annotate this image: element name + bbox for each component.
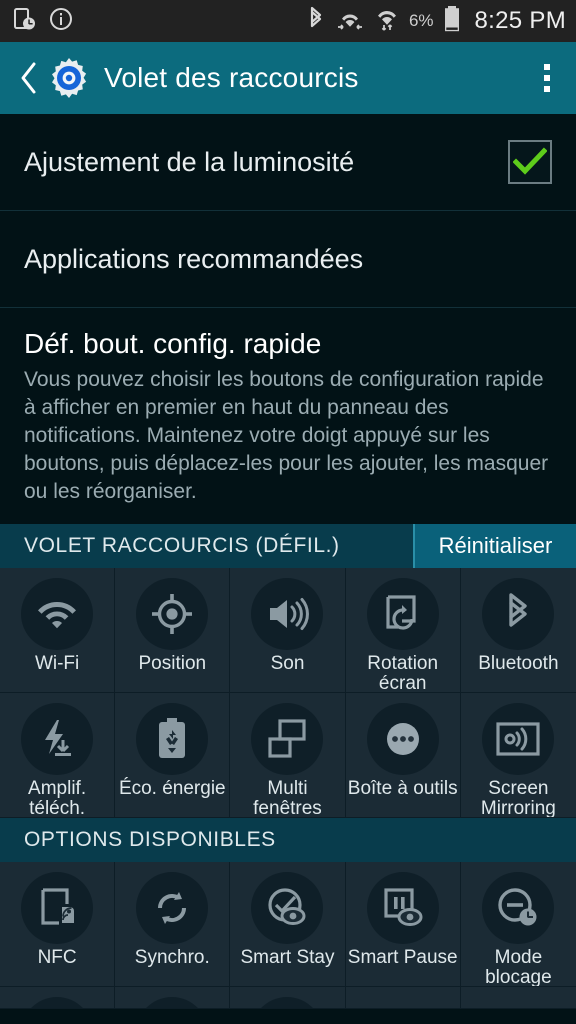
status-bar-left-icons: [14, 7, 73, 36]
tile-sync[interactable]: Synchro.: [115, 861, 231, 987]
battery-icon: [443, 5, 461, 38]
tile-position[interactable]: Position: [115, 567, 231, 693]
location-crosshair-icon: [136, 577, 209, 650]
tile-partial[interactable]: [230, 986, 346, 1009]
wifi-icon: [21, 577, 94, 650]
battery-percent-label: 6%: [408, 11, 434, 30]
available-tiles-grid: NFC Synchro. Smart Stay Smart Pause Mode…: [0, 861, 576, 987]
section-title: OPTIONS DISPONIBLES: [0, 817, 576, 862]
action-bar: Volet des raccourcis: [0, 42, 576, 114]
description-body: Vous pouvez choisir les boutons de confi…: [24, 368, 549, 503]
available-tiles-grid-partial: [0, 986, 576, 1009]
section-header-active-tiles: VOLET RACCOURCIS (DÉFIL.) Réinitialiser: [0, 523, 576, 568]
app-screen: 6% 8:25 PM Volet des raccourcis Ajusteme…: [0, 0, 576, 1024]
setting-row-recommended-apps[interactable]: Applications recommandées: [0, 211, 576, 308]
tile-label: Boîte à outils: [347, 777, 458, 799]
tile-partial[interactable]: [115, 986, 231, 1009]
section-title: VOLET RACCOURCIS (DÉFIL.): [0, 523, 413, 568]
tile-power-saving[interactable]: Éco. énergie: [115, 692, 231, 818]
brightness-adjustment-checkbox[interactable]: [508, 140, 552, 184]
tile-download-booster[interactable]: Amplif. téléch.: [0, 692, 116, 818]
blocking-mode-icon: [482, 871, 555, 944]
tile-multi-window[interactable]: Multi fenêtres: [230, 692, 346, 818]
wifi-transfer-icon: [335, 6, 365, 37]
status-bar-right-icons: 6% 8:25 PM: [306, 5, 566, 38]
tile-label: Multi fenêtres: [253, 777, 322, 818]
tile-partial[interactable]: [0, 986, 116, 1009]
status-bar-clock: 8:25 PM: [474, 7, 566, 34]
settings-gear-icon: [46, 55, 92, 101]
toolbox-dots-icon: [366, 702, 439, 775]
tile-label: Mode blocage: [485, 946, 552, 987]
tile-label: Rotation écran: [367, 652, 439, 693]
tile-wifi[interactable]: Wi-Fi: [0, 567, 116, 693]
tile-icon: [136, 996, 209, 1008]
tile-smart-stay[interactable]: Smart Stay: [230, 861, 346, 987]
multi-window-icon: [251, 702, 324, 775]
screen-rotation-icon: [366, 577, 439, 650]
tile-bluetooth[interactable]: Bluetooth: [460, 567, 576, 693]
signal-updown-icon: [374, 6, 400, 37]
tile-screen-rotation[interactable]: Rotation écran: [345, 567, 461, 693]
tile-label: Amplif. téléch.: [28, 777, 87, 818]
tile-label: Son: [270, 652, 305, 674]
tile-label: NFC: [37, 946, 77, 968]
tile-icon: [251, 996, 324, 1008]
device-clock-icon: [14, 7, 36, 36]
smart-pause-icon: [366, 871, 439, 944]
tile-label: Synchro.: [134, 946, 210, 968]
setting-row-label: Applications recommandées: [24, 243, 364, 274]
active-tiles-grid: Wi-Fi Position Son Rotation écran Blueto…: [0, 567, 576, 818]
checkmark-icon: [513, 147, 547, 175]
tile-smart-pause[interactable]: Smart Pause: [345, 861, 461, 987]
tile-label: Wi-Fi: [34, 652, 80, 674]
nfc-icon: [21, 871, 94, 944]
tile-blocking-mode[interactable]: Mode blocage: [460, 861, 576, 987]
smart-stay-icon: [251, 871, 324, 944]
sound-speaker-icon: [251, 577, 324, 650]
back-chevron-icon[interactable]: [14, 58, 44, 98]
bluetooth-icon: [306, 6, 326, 37]
overflow-menu-icon[interactable]: [530, 55, 564, 101]
tile-label: Smart Pause: [347, 946, 458, 968]
sync-icon: [136, 871, 209, 944]
setting-row-label: Ajustement de la luminosité: [24, 146, 355, 177]
description-title: Déf. bout. config. rapide: [24, 328, 322, 359]
quick-settings-description: Déf. bout. config. rapide Vous pouvez ch…: [0, 308, 576, 524]
setting-row-brightness-adjustment[interactable]: Ajustement de la luminosité: [0, 114, 576, 211]
tile-sound[interactable]: Son: [230, 567, 346, 693]
page-title: Volet des raccourcis: [104, 62, 359, 93]
tile-label: Position: [138, 652, 207, 674]
tile-icon: [21, 996, 94, 1008]
section-header-available-options: OPTIONS DISPONIBLES: [0, 817, 576, 862]
power-saving-icon: [136, 702, 209, 775]
tile-nfc[interactable]: NFC: [0, 861, 116, 987]
tile-label: Bluetooth: [478, 652, 559, 674]
tile-screen-mirroring[interactable]: Screen Mirroring: [460, 692, 576, 818]
reset-button[interactable]: Réinitialiser: [413, 523, 576, 568]
tile-toolbox[interactable]: Boîte à outils: [345, 692, 461, 818]
tile-label: Smart Stay: [240, 946, 335, 968]
status-bar: 6% 8:25 PM: [0, 0, 576, 42]
tile-partial[interactable]: [345, 986, 461, 1009]
screen-mirroring-icon: [482, 702, 555, 775]
tile-partial[interactable]: [460, 986, 576, 1009]
download-booster-icon: [21, 702, 94, 775]
tile-label: Éco. énergie: [118, 777, 226, 799]
tile-label: Screen Mirroring: [480, 777, 556, 818]
bluetooth-icon: [482, 577, 555, 650]
info-icon: [49, 7, 73, 36]
